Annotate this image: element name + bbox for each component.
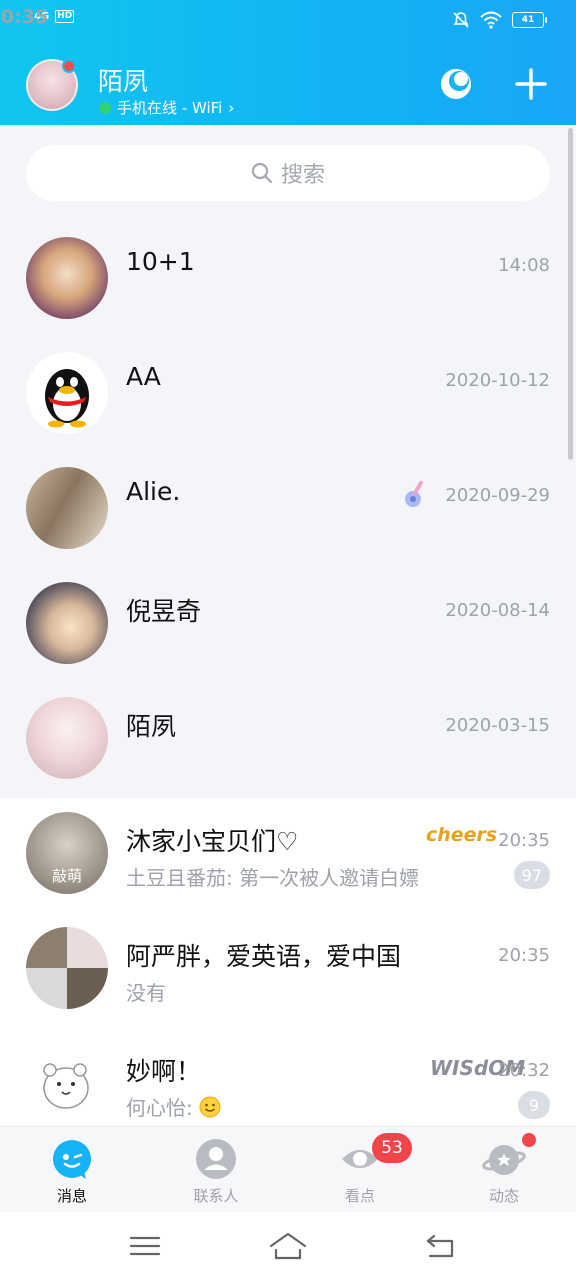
chat-name: 倪昱奇 bbox=[126, 597, 202, 626]
avatar bbox=[26, 697, 108, 779]
search-box[interactable]: 搜索 bbox=[26, 145, 550, 201]
back-icon[interactable] bbox=[420, 1230, 460, 1262]
battery-level: 41 bbox=[521, 15, 535, 25]
super-qq-icon[interactable] bbox=[438, 66, 474, 102]
chat-time: 2020-10-12 bbox=[445, 370, 550, 391]
cheers-sticker: cheers bbox=[426, 824, 498, 846]
smile-emoji-icon bbox=[199, 1096, 221, 1117]
profile-notification-dot bbox=[62, 59, 76, 73]
tab-label: 消息 bbox=[56, 1187, 87, 1205]
avatar bbox=[26, 467, 108, 549]
messages-tab-icon bbox=[53, 1140, 91, 1179]
chat-row[interactable]: 阿严胖，爱英语，爱中国 20:35 没有 bbox=[0, 915, 576, 1030]
status-bar: 4G HD 20:35 41 bbox=[0, 0, 576, 44]
avatar-caption: 敲萌 bbox=[51, 867, 82, 885]
tab-label: 联系人 bbox=[193, 1187, 239, 1205]
bottom-tab-bar: 消息 联系人 53 看点 动态 bbox=[0, 1126, 576, 1212]
penguin-avatar bbox=[26, 352, 108, 434]
search-icon bbox=[251, 162, 273, 184]
online-status[interactable]: 手机在线 - WiFi › bbox=[99, 97, 234, 118]
chevron-right-icon: › bbox=[228, 98, 235, 117]
chat-time: 2020-09-29 bbox=[445, 485, 550, 506]
chat-preview: 土豆且番茄: 第一次被人邀请白嫖 bbox=[126, 866, 420, 890]
chat-time: 2020-03-15 bbox=[445, 715, 550, 736]
chat-row-pinned[interactable]: 陌夙 2020-03-15 bbox=[0, 685, 576, 800]
chat-name: 10+1 bbox=[126, 247, 195, 276]
home-icon[interactable] bbox=[268, 1230, 308, 1262]
hamster-avatar bbox=[26, 1042, 108, 1124]
unread-badge: 97 bbox=[513, 861, 550, 889]
chat-row-pinned[interactable]: 10+1 14:08 bbox=[0, 225, 576, 340]
tab-watch[interactable]: 53 看点 bbox=[288, 1127, 432, 1213]
contacts-tab-icon bbox=[196, 1139, 236, 1179]
chat-preview-wrap: 何心怡: bbox=[126, 1092, 221, 1121]
plus-icon[interactable] bbox=[513, 66, 549, 102]
tab-messages[interactable]: 消息 bbox=[0, 1127, 144, 1213]
chat-name: Alie. bbox=[126, 477, 181, 506]
chat-name: 阿严胖，爱英语，爱中国 bbox=[126, 942, 402, 971]
chat-row-pinned[interactable]: 倪昱奇 2020-08-14 bbox=[0, 570, 576, 685]
battery-icon: 41 bbox=[512, 12, 547, 28]
hd-indicator: HD bbox=[55, 10, 75, 23]
chat-name: AA bbox=[126, 362, 161, 391]
planet-tab-icon bbox=[482, 1145, 526, 1175]
watch-badge: 53 bbox=[372, 1133, 412, 1163]
chat-name: 沐家小宝贝们♡ bbox=[126, 827, 299, 856]
wifi-icon bbox=[480, 11, 502, 29]
avatar bbox=[26, 237, 108, 319]
hamster-icon bbox=[43, 1063, 89, 1109]
tab-contacts[interactable]: 联系人 bbox=[144, 1127, 288, 1213]
chat-preview: 没有 bbox=[126, 981, 166, 1005]
feeds-notification-dot bbox=[522, 1133, 536, 1147]
guitar-icon bbox=[405, 480, 423, 507]
tab-feeds[interactable]: 动态 bbox=[432, 1127, 576, 1213]
tab-label: 看点 bbox=[344, 1187, 375, 1205]
penguin-icon bbox=[45, 369, 89, 428]
chat-time: 20:32 bbox=[498, 1060, 550, 1081]
system-navigation-bar bbox=[0, 1212, 576, 1280]
tab-label: 动态 bbox=[488, 1187, 519, 1205]
chat-time: 2020-08-14 bbox=[445, 600, 550, 621]
search-placeholder: 搜索 bbox=[280, 163, 325, 188]
chat-row[interactable]: 敲萌 沐家小宝贝们♡ cheers 20:35 土豆且番茄: 第一次被人邀请白嫖… bbox=[0, 800, 576, 915]
status-time: 20:35 bbox=[0, 5, 49, 28]
online-status-text: 手机在线 - WiFi bbox=[117, 99, 223, 117]
profile-name[interactable]: 陌夙 bbox=[98, 62, 148, 98]
avatar: 敲萌 bbox=[26, 812, 108, 894]
chat-row-pinned[interactable]: AA 2020-10-12 bbox=[0, 340, 576, 455]
chat-time: 20:35 bbox=[498, 830, 550, 851]
chat-time: 20:35 bbox=[498, 945, 550, 966]
bell-off-icon bbox=[453, 12, 469, 28]
avatar bbox=[26, 582, 108, 664]
chat-time: 14:08 bbox=[498, 255, 550, 276]
chat-row-pinned[interactable]: Alie. 2020-09-29 bbox=[0, 455, 576, 570]
menu-icon[interactable] bbox=[125, 1230, 165, 1262]
chat-name: 陌夙 bbox=[126, 712, 177, 741]
chat-preview: 何心怡: bbox=[126, 1096, 193, 1120]
unread-badge: 9 bbox=[518, 1091, 550, 1119]
online-dot-icon bbox=[99, 101, 111, 114]
group-avatar bbox=[26, 927, 108, 1009]
chat-name: 妙啊！ bbox=[126, 1057, 202, 1086]
